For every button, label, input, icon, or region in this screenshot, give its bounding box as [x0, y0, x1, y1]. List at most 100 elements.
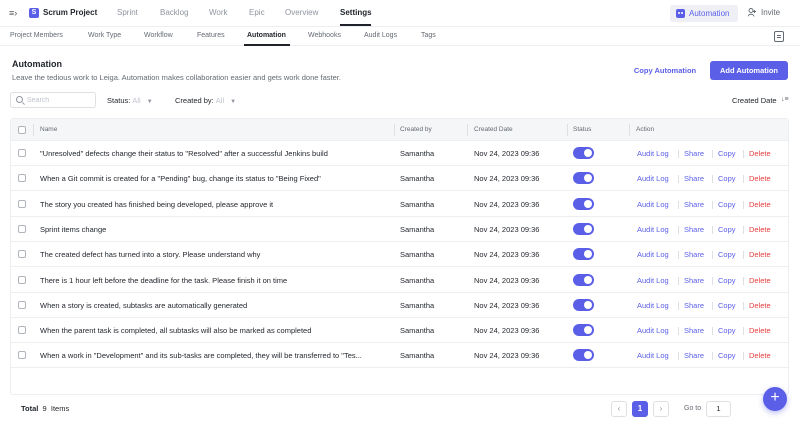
- status-toggle[interactable]: [573, 248, 594, 261]
- add-automation-button[interactable]: Add Automation: [710, 61, 788, 80]
- tab-workflow[interactable]: Workflow: [144, 32, 173, 39]
- tab-automation[interactable]: Automation: [247, 32, 286, 39]
- copy-link[interactable]: Copy: [718, 351, 736, 360]
- audit-log-link[interactable]: Audit Log: [637, 250, 669, 259]
- share-link[interactable]: Share: [684, 174, 704, 183]
- search-box[interactable]: [10, 92, 96, 108]
- automation-name[interactable]: There is 1 hour left before the deadline…: [40, 276, 392, 285]
- goto-page-input[interactable]: 1: [706, 401, 731, 417]
- copy-link[interactable]: Copy: [718, 200, 736, 209]
- automation-header-button[interactable]: Automation: [670, 5, 738, 22]
- delete-link[interactable]: Delete: [749, 276, 771, 285]
- sort-label[interactable]: Created Date: [732, 96, 777, 105]
- table-row[interactable]: There is 1 hour left before the deadline…: [11, 268, 788, 293]
- table-row[interactable]: When the parent task is completed, all s…: [11, 318, 788, 344]
- automation-name[interactable]: When a story is created, subtasks are au…: [40, 301, 392, 310]
- delete-link[interactable]: Delete: [749, 301, 771, 310]
- status-toggle[interactable]: [573, 147, 594, 159]
- delete-link[interactable]: Delete: [749, 351, 771, 360]
- delete-link[interactable]: Delete: [749, 200, 771, 209]
- tab-work-type[interactable]: Work Type: [88, 32, 121, 39]
- nav-sprint[interactable]: Sprint: [117, 8, 138, 17]
- automation-name[interactable]: The story you created has finished being…: [40, 200, 392, 209]
- table-row[interactable]: When a story is created, subtasks are au…: [11, 293, 788, 318]
- status-toggle[interactable]: [573, 298, 594, 311]
- audit-log-link[interactable]: Audit Log: [637, 301, 669, 310]
- nav-work[interactable]: Work: [209, 8, 228, 17]
- status-toggle[interactable]: [573, 324, 594, 337]
- row-checkbox[interactable]: [18, 250, 26, 259]
- audit-log-link[interactable]: Audit Log: [637, 149, 669, 158]
- share-link[interactable]: Share: [684, 149, 704, 158]
- created-by-filter[interactable]: Created by: All ▼: [175, 96, 236, 105]
- row-checkbox[interactable]: [18, 199, 26, 208]
- tab-tags[interactable]: Tags: [421, 32, 436, 39]
- copy-link[interactable]: Copy: [718, 301, 736, 310]
- row-checkbox[interactable]: [18, 326, 26, 335]
- search-input[interactable]: [27, 95, 93, 105]
- share-link[interactable]: Share: [684, 301, 704, 310]
- sidebar-collapse-icon[interactable]: ≡›: [9, 8, 21, 18]
- status-toggle[interactable]: [573, 222, 594, 235]
- project-name[interactable]: Scrum Project: [43, 8, 97, 17]
- status-toggle[interactable]: [573, 273, 594, 286]
- automation-name[interactable]: "Unresolved" defects change their status…: [40, 149, 392, 158]
- tab-webhooks[interactable]: Webhooks: [308, 32, 341, 39]
- automation-name[interactable]: When a Git commit is created for a "Pend…: [40, 174, 392, 183]
- table-row[interactable]: "Unresolved" defects change their status…: [11, 141, 788, 166]
- clipboard-icon[interactable]: [774, 31, 784, 42]
- delete-link[interactable]: Delete: [749, 326, 771, 335]
- table-row[interactable]: When a work in "Development" and its sub…: [11, 343, 788, 369]
- tab-features[interactable]: Features: [197, 32, 225, 39]
- next-page-button[interactable]: ›: [653, 401, 669, 417]
- row-checkbox[interactable]: [18, 351, 26, 360]
- status-toggle[interactable]: [573, 197, 594, 210]
- table-row[interactable]: When a Git commit is created for a "Pend…: [11, 166, 788, 192]
- delete-link[interactable]: Delete: [749, 250, 771, 259]
- table-row[interactable]: The story you created has finished being…: [11, 192, 788, 217]
- row-checkbox[interactable]: [18, 149, 26, 157]
- plus-icon[interactable]: +: [763, 387, 787, 411]
- prev-page-button[interactable]: ‹: [611, 401, 627, 417]
- automation-name[interactable]: When the parent task is completed, all s…: [40, 326, 392, 335]
- audit-log-link[interactable]: Audit Log: [637, 174, 669, 183]
- audit-log-link[interactable]: Audit Log: [637, 276, 669, 285]
- automation-name[interactable]: When a work in "Development" and its sub…: [40, 351, 392, 360]
- audit-log-link[interactable]: Audit Log: [637, 225, 669, 234]
- row-checkbox[interactable]: [18, 174, 26, 183]
- delete-link[interactable]: Delete: [749, 225, 771, 234]
- table-row[interactable]: Sprint items change Samantha Nov 24, 2023 …: [11, 217, 788, 242]
- tab-project-members[interactable]: Project Members: [10, 32, 63, 39]
- nav-epic[interactable]: Epic: [249, 8, 265, 17]
- row-checkbox[interactable]: [18, 300, 26, 309]
- row-checkbox[interactable]: [18, 224, 26, 233]
- share-link[interactable]: Share: [684, 326, 704, 335]
- copy-link[interactable]: Copy: [718, 326, 736, 335]
- delete-link[interactable]: Delete: [749, 149, 771, 158]
- automation-name[interactable]: The created defect has turned into a sto…: [40, 250, 392, 259]
- status-toggle[interactable]: [573, 172, 594, 185]
- nav-settings[interactable]: Settings: [340, 8, 372, 17]
- sort-icon[interactable]: ↓≡: [781, 96, 789, 104]
- nav-overview[interactable]: Overview: [285, 8, 318, 17]
- select-all-checkbox[interactable]: [18, 126, 26, 134]
- audit-log-link[interactable]: Audit Log: [637, 200, 669, 209]
- nav-backlog[interactable]: Backlog: [160, 8, 188, 17]
- status-filter[interactable]: Status: All ▼: [107, 96, 153, 105]
- share-link[interactable]: Share: [684, 351, 704, 360]
- audit-log-link[interactable]: Audit Log: [637, 351, 669, 360]
- status-toggle[interactable]: [573, 349, 594, 362]
- page-number-button[interactable]: 1: [632, 401, 648, 417]
- copy-automation-button[interactable]: Copy Automation: [626, 61, 704, 80]
- share-link[interactable]: Share: [684, 200, 704, 209]
- row-checkbox[interactable]: [18, 275, 26, 284]
- audit-log-link[interactable]: Audit Log: [637, 326, 669, 335]
- share-link[interactable]: Share: [684, 250, 704, 259]
- automation-name[interactable]: Sprint items change: [40, 225, 392, 234]
- copy-link[interactable]: Copy: [718, 149, 736, 158]
- copy-link[interactable]: Copy: [718, 250, 736, 259]
- copy-link[interactable]: Copy: [718, 225, 736, 234]
- delete-link[interactable]: Delete: [749, 174, 771, 183]
- table-row[interactable]: The created defect has turned into a sto…: [11, 242, 788, 268]
- copy-link[interactable]: Copy: [718, 174, 736, 183]
